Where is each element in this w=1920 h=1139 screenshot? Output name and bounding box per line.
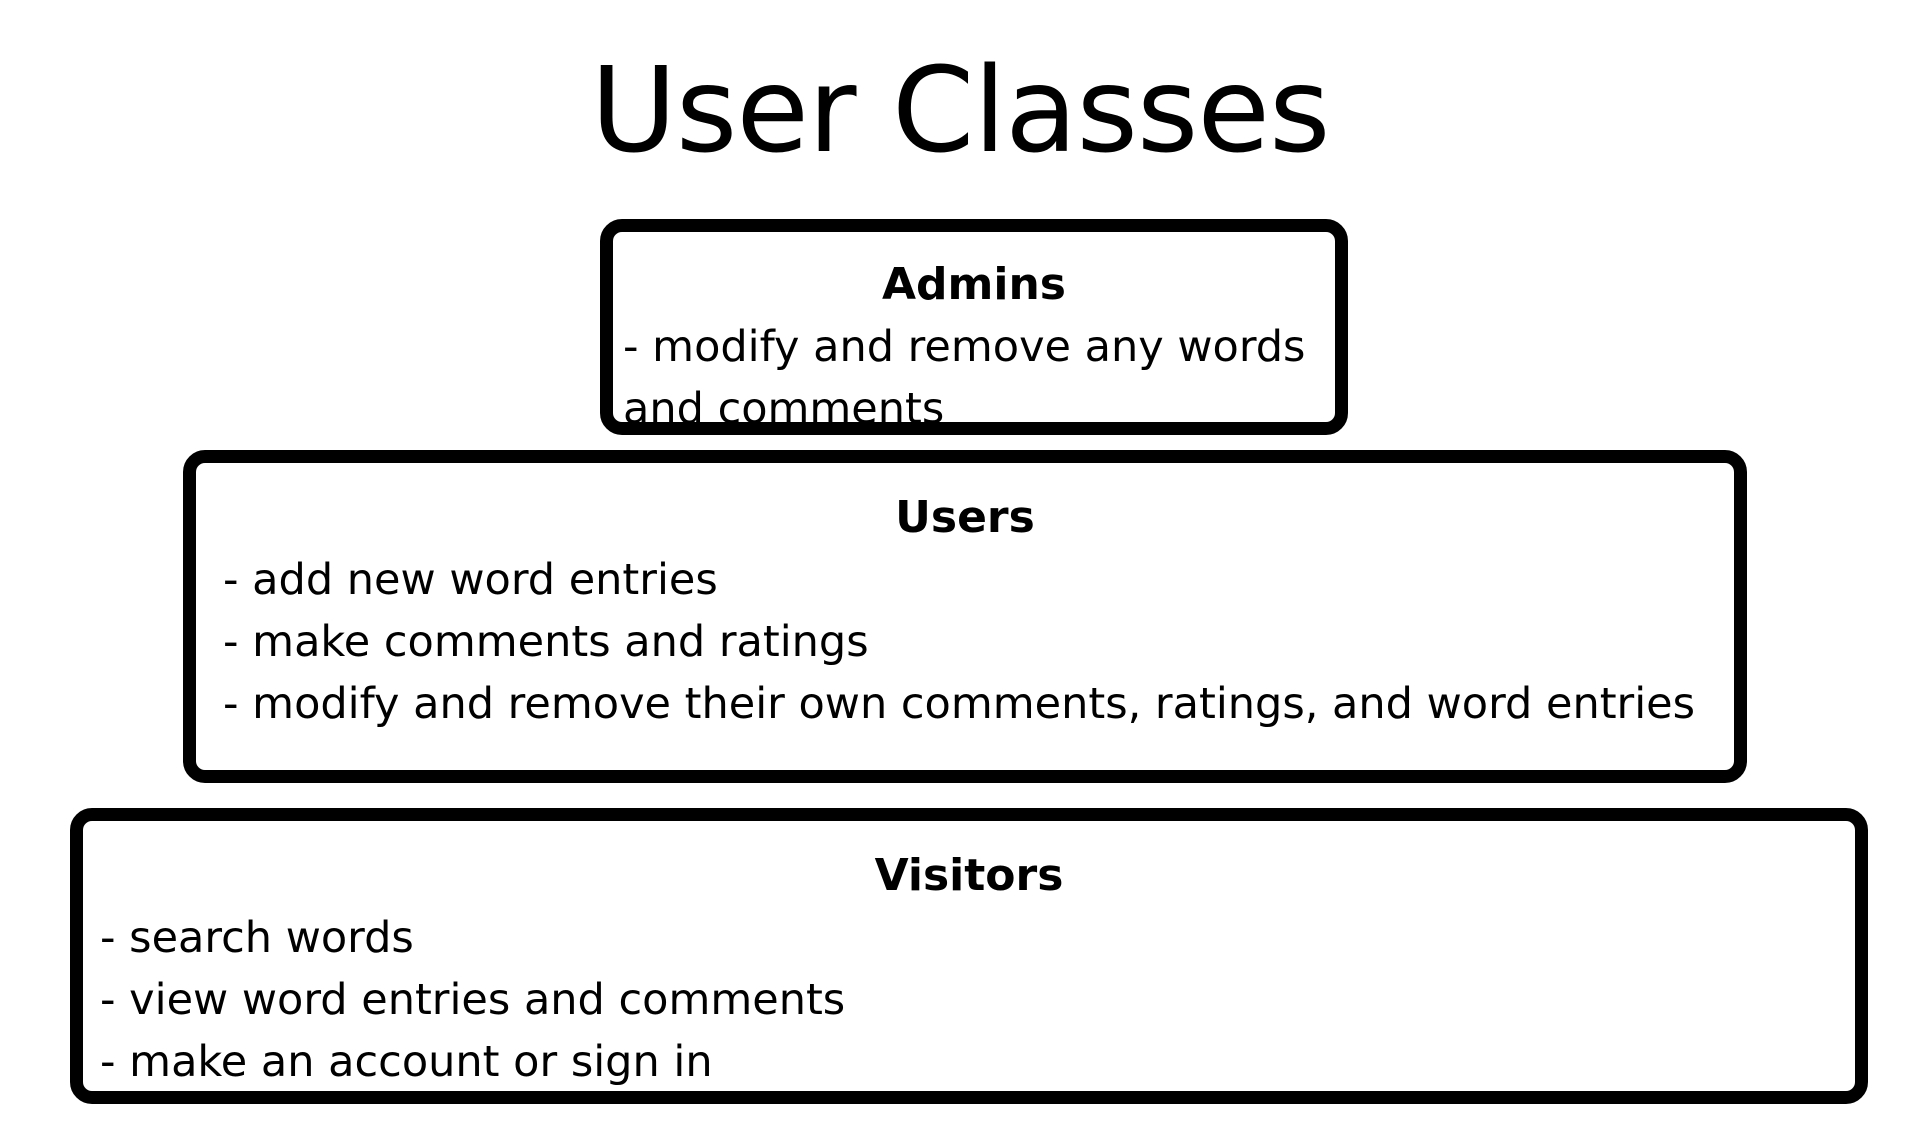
visitors-permission-list: - search words - view word entries and c… [100,907,845,1093]
users-permission-item: - modify and remove their own comments, … [223,679,1696,729]
diagram-title: User Classes [590,41,1331,179]
admins-heading: Admins [882,259,1066,310]
visitors-permission-item: - search words [100,913,414,963]
users-permission-item: - add new word entries [223,555,718,605]
visitors-heading: Visitors [874,850,1064,901]
visitors-box: Visitors - search words - view word entr… [70,808,1868,1104]
visitors-permission-item: - make an account or sign in [100,1037,713,1087]
users-box: Users - add new word entries - make comm… [183,450,1747,783]
users-heading: Users [895,492,1035,543]
visitors-permission-item: - view word entries and comments [100,975,846,1025]
users-permission-list: - add new word entries - make comments a… [223,549,1695,735]
admins-box: Admins - modify and remove any words and… [600,219,1348,435]
users-permission-item: - make comments and ratings [223,617,869,667]
admins-permission: - modify and remove any words and commen… [623,322,1306,434]
